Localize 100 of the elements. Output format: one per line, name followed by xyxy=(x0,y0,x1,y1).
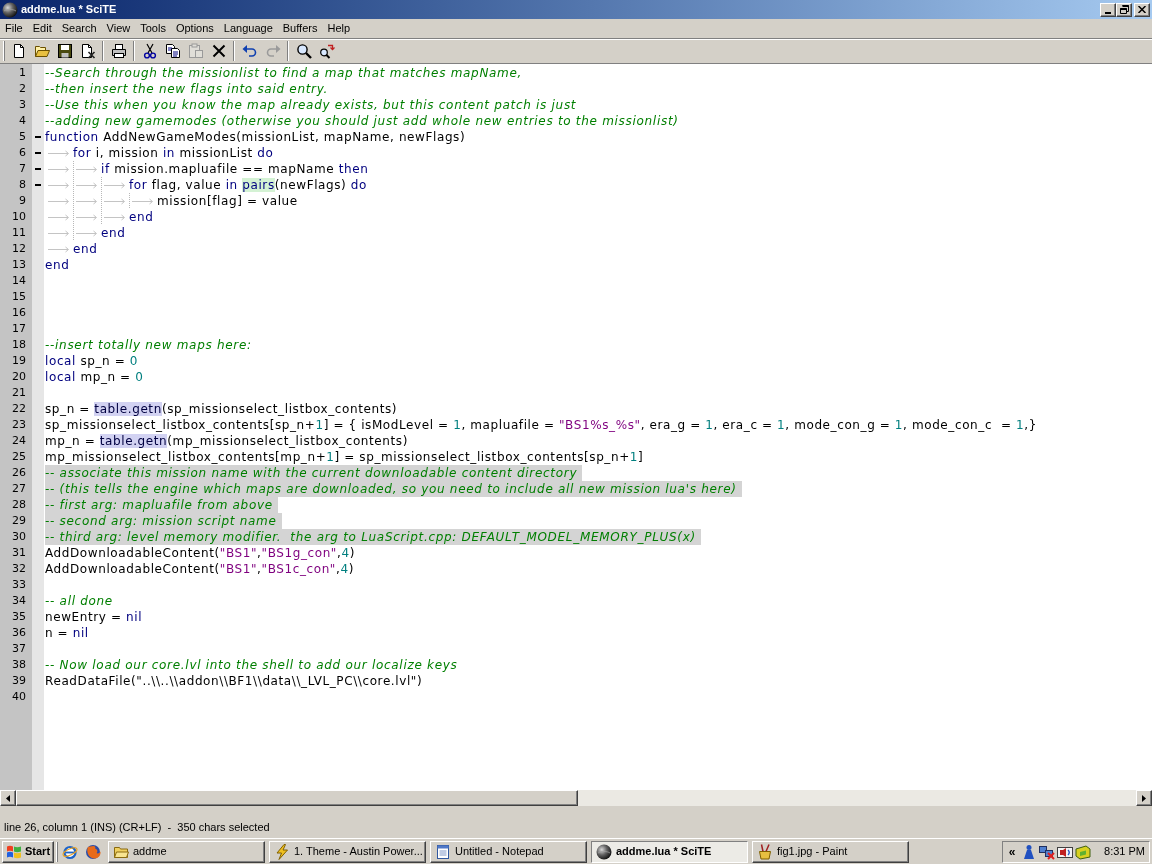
code-line: --Use this when you know the map already exists, but this content patch is just xyxy=(45,97,577,113)
minimize-button[interactable] xyxy=(1100,2,1116,17)
minimize-icon xyxy=(1105,11,1111,14)
line-number: 23 xyxy=(12,417,26,433)
line-number: 10 xyxy=(12,209,26,225)
line-number: 21 xyxy=(12,385,26,401)
line-number: 30 xyxy=(12,529,26,545)
restore-button[interactable] xyxy=(1116,2,1132,17)
taskbar-button[interactable]: addme xyxy=(108,840,265,863)
scrollbar-thumb[interactable] xyxy=(16,790,578,806)
line-number: 40 xyxy=(12,689,26,705)
line-number: 35 xyxy=(12,609,26,625)
line-number: 8 xyxy=(19,177,26,193)
menu-item[interactable]: Search xyxy=(56,20,102,37)
lightning-icon xyxy=(274,843,290,860)
scroll-left-button[interactable] xyxy=(0,790,16,806)
code-line: AddDownloadableContent("BS1","BS1c_con",4) xyxy=(45,561,354,577)
line-number: 1 xyxy=(19,65,26,81)
code-line: -- all done xyxy=(45,593,113,609)
line-number: 22 xyxy=(12,401,26,417)
line-number: 9 xyxy=(19,193,26,209)
line-number: 3 xyxy=(19,97,26,113)
line-number: 11 xyxy=(12,225,26,241)
line-number: 33 xyxy=(12,577,26,593)
code-line: --insert totally new maps here: xyxy=(45,337,252,353)
menu-item[interactable]: Tools xyxy=(135,20,171,37)
line-number: 12 xyxy=(12,241,26,257)
line-number: 27 xyxy=(12,481,26,497)
menu-item[interactable]: View xyxy=(101,20,136,37)
network-error-icon xyxy=(1039,843,1055,860)
globe-orbit-icon xyxy=(61,843,78,860)
window-title: addme.lua * SciTE xyxy=(21,2,117,18)
code-line: if mission.mapluafile == mapName then xyxy=(101,161,369,177)
code-line: --adding new gamemodes (otherwise you should just add whole new entries to the missionlist) xyxy=(45,113,679,129)
menu-item[interactable]: Language xyxy=(218,20,278,37)
menu-item[interactable]: Edit xyxy=(27,20,57,37)
code-line: mp_n = table.getn(mp_missionselect_listbox_contents) xyxy=(45,433,408,449)
code-line: end xyxy=(45,257,70,273)
line-number: 36 xyxy=(12,625,26,641)
close-icon xyxy=(1138,6,1146,13)
code-line: end xyxy=(73,241,98,257)
globe-icon xyxy=(84,843,101,860)
code-line: -- Now load our core.lvl into the shell to add our localize keys xyxy=(45,657,458,673)
close-button[interactable] xyxy=(1134,2,1150,17)
line-number: 25 xyxy=(12,449,26,465)
taskbar-button[interactable]: addme.lua * SciTE xyxy=(591,840,748,863)
code-line: sp_n = table.getn(sp_missionselect_listbox_contents) xyxy=(45,401,398,417)
line-number: 2 xyxy=(19,81,26,97)
taskbar-button[interactable]: 1. Theme - Austin Power... xyxy=(269,840,426,863)
line-number: 18 xyxy=(12,337,26,353)
menu-item[interactable]: Buffers xyxy=(277,20,323,37)
code-line: for flag, value in pairs(newFlags) do xyxy=(129,177,367,193)
code-line: function AddNewGameModes(missionList, mapName, newFlags) xyxy=(45,129,466,145)
code-line: end xyxy=(101,225,126,241)
code-line: local mp_n = 0 xyxy=(45,369,144,385)
line-number: 13 xyxy=(12,257,26,273)
line-number: 37 xyxy=(12,641,26,657)
display-icon xyxy=(1075,843,1091,860)
start-button[interactable]: Start xyxy=(2,840,54,863)
paint-cup-icon xyxy=(757,843,773,860)
line-number: 28 xyxy=(12,497,26,513)
flag-icon xyxy=(6,843,22,860)
line-number: 15 xyxy=(12,289,26,305)
code-line: n = nil xyxy=(45,625,89,641)
left-arrow-icon xyxy=(6,794,10,802)
code-line: --then insert the new flags into said entry. xyxy=(45,81,329,97)
line-number: 31 xyxy=(12,545,26,561)
code-line: local sp_n = 0 xyxy=(45,353,138,369)
code-line: end xyxy=(129,209,154,225)
line-number: 32 xyxy=(12,561,26,577)
person-icon xyxy=(1021,843,1037,860)
line-number: 7 xyxy=(19,161,26,177)
line-number: 38 xyxy=(12,657,26,673)
code-line: mission[flag] = value xyxy=(157,193,298,209)
line-number: 39 xyxy=(12,673,26,689)
line-number: 19 xyxy=(12,353,26,369)
scroll-right-button[interactable] xyxy=(1136,790,1152,806)
right-arrow-icon xyxy=(1142,794,1146,802)
line-number: 20 xyxy=(12,369,26,385)
code-line: for i, mission in missionList do xyxy=(73,145,274,161)
taskbar-button[interactable]: Untitled - Notepad xyxy=(430,840,587,863)
show-hidden-icons-button[interactable]: « xyxy=(1005,842,1019,861)
menu-item[interactable]: File xyxy=(0,20,28,37)
menu-item[interactable]: Options xyxy=(170,20,219,37)
code-line: mp_missionselect_listbox_contents[mp_n+1] = sp_missionselect_listbox_contents[sp_n+1] xyxy=(45,449,644,465)
taskbar-button[interactable]: fig1.jpg - Paint xyxy=(752,840,909,863)
code-line: newEntry = nil xyxy=(45,609,143,625)
line-number: 34 xyxy=(12,593,26,609)
code-line: AddDownloadableContent("BS1","BS1g_con",4) xyxy=(45,545,355,561)
status-text: line 26, column 1 (INS) (CR+LF) - 350 chars selected xyxy=(4,819,270,835)
line-number: 6 xyxy=(19,145,26,161)
sphere-icon xyxy=(596,843,612,860)
line-number: 4 xyxy=(19,113,26,129)
line-number: 24 xyxy=(12,433,26,449)
clock: 8:31 PM xyxy=(1104,844,1145,860)
line-number: 26 xyxy=(12,465,26,481)
line-number: 29 xyxy=(12,513,26,529)
line-number: 5 xyxy=(19,129,26,145)
line-number: 16 xyxy=(12,305,26,321)
menu-item[interactable]: Help xyxy=(322,20,356,37)
